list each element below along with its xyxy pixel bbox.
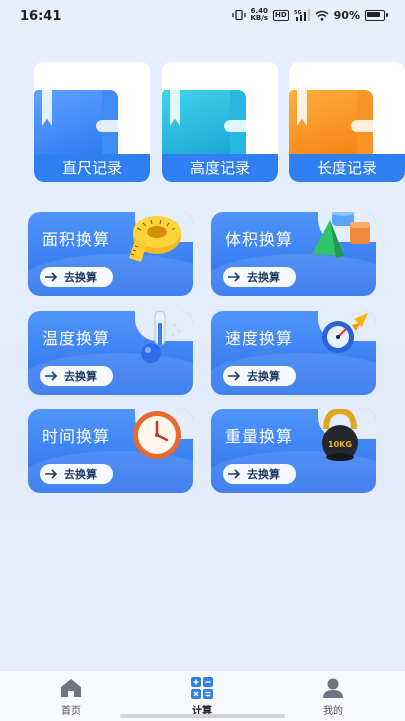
go-convert-button[interactable]: 去换算: [40, 464, 113, 484]
hd-badge: HD: [272, 9, 289, 21]
arrow-right-icon: [225, 465, 243, 483]
arrow-right-icon: [42, 367, 60, 385]
go-convert-label: 去换算: [64, 468, 97, 481]
record-label: 高度记录: [162, 154, 278, 182]
temperature-conversion-card[interactable]: 温度换算 去换算: [28, 311, 193, 395]
tab-label: 首页: [61, 706, 81, 717]
card-title: 重量换算: [225, 427, 294, 446]
net-speed: 6.40 KB/s: [251, 8, 268, 22]
card-title: 体积换算: [225, 230, 294, 249]
speed-conversion-card[interactable]: 速度换算 去换算: [211, 311, 376, 395]
home-icon: [61, 679, 81, 697]
clock-icon: [133, 411, 181, 459]
go-convert-label: 去换算: [247, 271, 280, 284]
battery-icon: [365, 9, 388, 21]
record-card-height[interactable]: 高度记录: [162, 62, 278, 182]
volume-conversion-card[interactable]: 体积换算 去换算: [211, 212, 376, 296]
records-carousel[interactable]: 直尺记录 高度记录 长度记录: [0, 62, 405, 184]
time-conversion-card[interactable]: 时间换算 去换算: [28, 409, 193, 493]
arrow-right-icon: [42, 465, 60, 483]
go-convert-button[interactable]: 去换算: [223, 267, 296, 287]
arrow-right-icon: [225, 367, 243, 385]
vibrate-icon: [231, 10, 246, 20]
card-title: 面积换算: [42, 230, 111, 249]
record-label: 长度记录: [289, 154, 405, 182]
status-bar: 16:41 6.40 KB/s HD 5G 90%: [0, 0, 405, 34]
arrow-right-icon: [225, 268, 243, 286]
go-convert-button[interactable]: 去换算: [40, 366, 113, 386]
weight-conversion-card[interactable]: 重量换算 去换算 10KG: [211, 409, 376, 493]
battery-percent: 90%: [333, 8, 360, 22]
go-convert-label: 去换算: [64, 370, 97, 383]
status-time: 16:41: [20, 9, 62, 24]
go-convert-button[interactable]: 去换算: [223, 366, 296, 386]
arrow-right-icon: [42, 268, 60, 286]
3d-shapes-icon: [312, 212, 370, 258]
record-label: 直尺记录: [34, 154, 150, 182]
kettlebell-label: 10KG: [328, 440, 352, 449]
tab-mine[interactable]: 我的: [293, 677, 373, 717]
tape-measure-icon: [129, 216, 181, 262]
card-title: 温度换算: [42, 329, 111, 348]
home-indicator[interactable]: [120, 714, 285, 718]
speed-rocket-icon: [322, 313, 368, 353]
record-card-length[interactable]: 长度记录: [289, 62, 405, 182]
tab-calculate[interactable]: 计算: [162, 677, 242, 717]
go-convert-label: 去换算: [64, 271, 97, 284]
tab-home[interactable]: 首页: [31, 677, 111, 717]
go-convert-label: 去换算: [247, 370, 280, 383]
signal-icon: 5G: [294, 9, 310, 21]
record-card-ruler[interactable]: 直尺记录: [34, 62, 150, 182]
status-icons: 6.40 KB/s HD 5G 90%: [231, 8, 388, 22]
go-convert-button[interactable]: 去换算: [40, 267, 113, 287]
card-title: 速度换算: [225, 329, 294, 348]
calculator-icon: [191, 677, 213, 699]
go-convert-label: 去换算: [247, 468, 280, 481]
go-convert-button[interactable]: 去换算: [223, 464, 296, 484]
thermometer-icon: [141, 311, 181, 363]
user-icon: [323, 678, 343, 698]
wifi-icon: [315, 10, 329, 21]
card-title: 时间换算: [42, 427, 111, 446]
area-conversion-card[interactable]: 面积换算 去换算: [28, 212, 193, 296]
tab-label: 我的: [323, 706, 343, 717]
net-speed-unit: KB/s: [250, 14, 268, 22]
kettlebell-icon: 10KG: [322, 409, 358, 461]
